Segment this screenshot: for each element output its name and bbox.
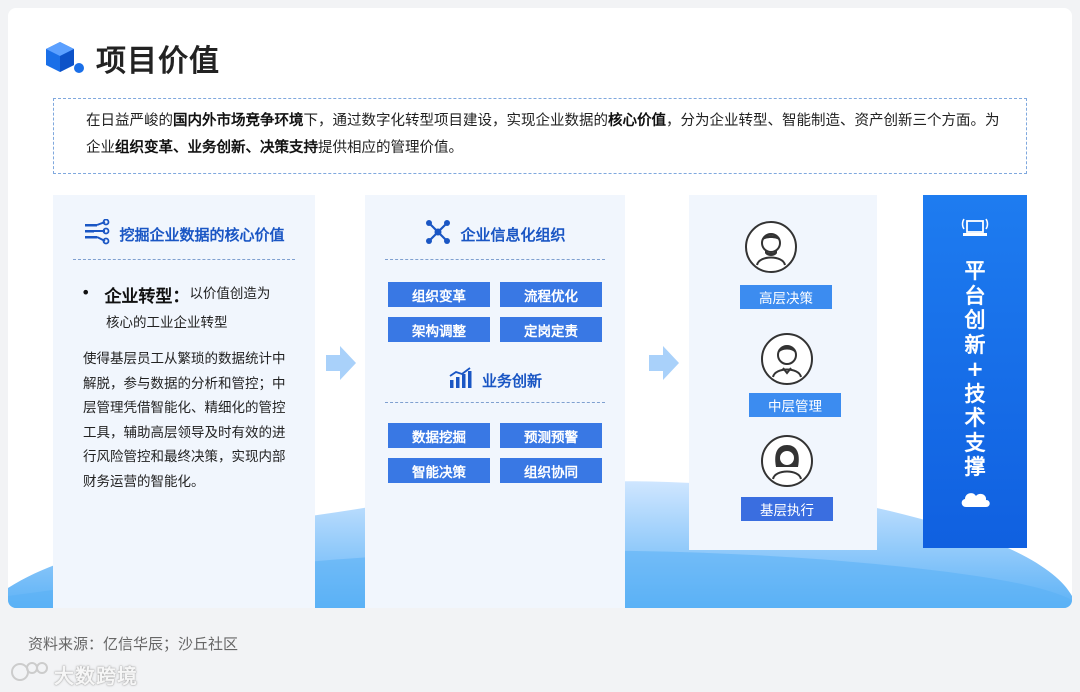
watermark: 大数跨境 [10,659,138,689]
vertical-char: 创 [964,308,986,332]
role-label-senior: 高层决策 [740,285,832,309]
arrow-right-icon [649,346,679,380]
role-label-staff: 基层执行 [741,497,833,521]
tag: 架构调整 [388,317,490,342]
source-note: 资料来源：亿信华辰；沙丘社区 [28,635,239,653]
tag: 预测预警 [500,423,602,448]
divider [385,259,605,260]
intro-bold: 核心价值 [608,113,666,129]
tag: 流程优化 [500,282,602,307]
intro-bold: 组织变革、业务创新、决策支持 [115,140,318,156]
intro-text: 在日益严峻的 [86,113,173,129]
watermark-logo-icon [10,659,50,689]
arrow-right-icon [326,346,356,380]
vertical-char: 新 [964,332,986,357]
platform-vertical-title: 平 台 创 新 + 技 术 支 撑 [923,259,1027,480]
watermark-text: 大数跨境 [54,663,138,688]
panel-organization: 企业信息化组织 组织变革 流程优化 架构调整 定岗定责 业务创新 数据挖掘 预测… [365,195,625,608]
bullet-subtitle-line2: 核心的工业企业转型 [106,315,228,331]
data-mining-icon [83,218,111,249]
bullet-subtitle: 以价值创造为 [189,286,271,302]
vertical-char: 撑 [964,455,986,479]
panel-heading-text: 企业信息化组织 [460,225,566,244]
tag-grid-business: 数据挖掘 预测预警 智能决策 组织协同 [388,423,625,483]
intro-text: 下，通过数字化转型项目建设，实现企业数据的 [303,113,609,129]
vertical-char: 台 [964,283,986,308]
vertical-char: 术 [964,406,986,430]
panel-platform: 平 台 创 新 + 技 术 支 撑 [923,195,1027,548]
cloud-icon [958,487,992,513]
intro-bold: 国内外市场竞争环境 [173,113,304,129]
panel-body-text: 使得基层员工从繁琐的数据统计中解脱，参与数据的分析和管控；中层管理凭借智能化、精… [83,351,286,490]
panel-heading: 挖掘企业数据的核心价值 [53,213,315,255]
title-row: 项目价值 [42,36,220,80]
divider [385,402,605,403]
bar-chart-icon [448,366,474,394]
tag: 智能决策 [388,458,490,483]
laptop-signal-icon [959,215,991,245]
bullet-item: • 企业转型： 以价值创造为 [81,282,315,307]
bullet-title: 企业转型： [104,287,190,307]
network-icon [424,219,452,249]
content-card: 项目价值 在日益严峻的国内外市场竞争环境下，通过数字化转型项目建设，实现企业数据… [8,8,1072,608]
vertical-char: 支 [964,430,986,455]
tag-grid-organization: 组织变革 流程优化 架构调整 定岗定责 [388,282,625,342]
panel-hierarchy: 高层决策 中层管理 基层执行 [689,195,877,550]
panel-heading-text: 挖掘企业数据的核心价值 [119,225,285,244]
vertical-char: + [966,357,984,381]
panel-heading: 企业信息化组织 [365,213,625,255]
staff-avatar-icon [761,435,813,487]
panel-core-value: 挖掘企业数据的核心价值 • 企业转型： 以价值创造为 核心的工业企业转型 使得基… [53,195,315,608]
intro-text: 提供相应的管理价值。 [318,140,463,156]
middle-manager-avatar-icon [761,333,813,385]
bullet-dot: • [81,283,91,302]
vertical-char: 平 [964,259,986,283]
panel-subheading: 业务创新 [365,366,625,394]
intro-box: 在日益严峻的国内外市场竞争环境下，通过数字化转型项目建设，实现企业数据的核心价值… [53,98,1027,174]
tag: 定岗定责 [500,317,602,342]
panel-subheading-text: 业务创新 [481,371,542,390]
divider [73,259,295,260]
vertical-char: 技 [964,381,986,406]
tag: 组织变革 [388,282,490,307]
page-title: 项目价值 [96,44,220,79]
tag: 数据挖掘 [388,423,490,448]
cube-logo-icon [42,38,90,78]
role-label-middle: 中层管理 [749,393,841,417]
tag: 组织协同 [500,458,602,483]
senior-manager-avatar-icon [745,221,797,273]
